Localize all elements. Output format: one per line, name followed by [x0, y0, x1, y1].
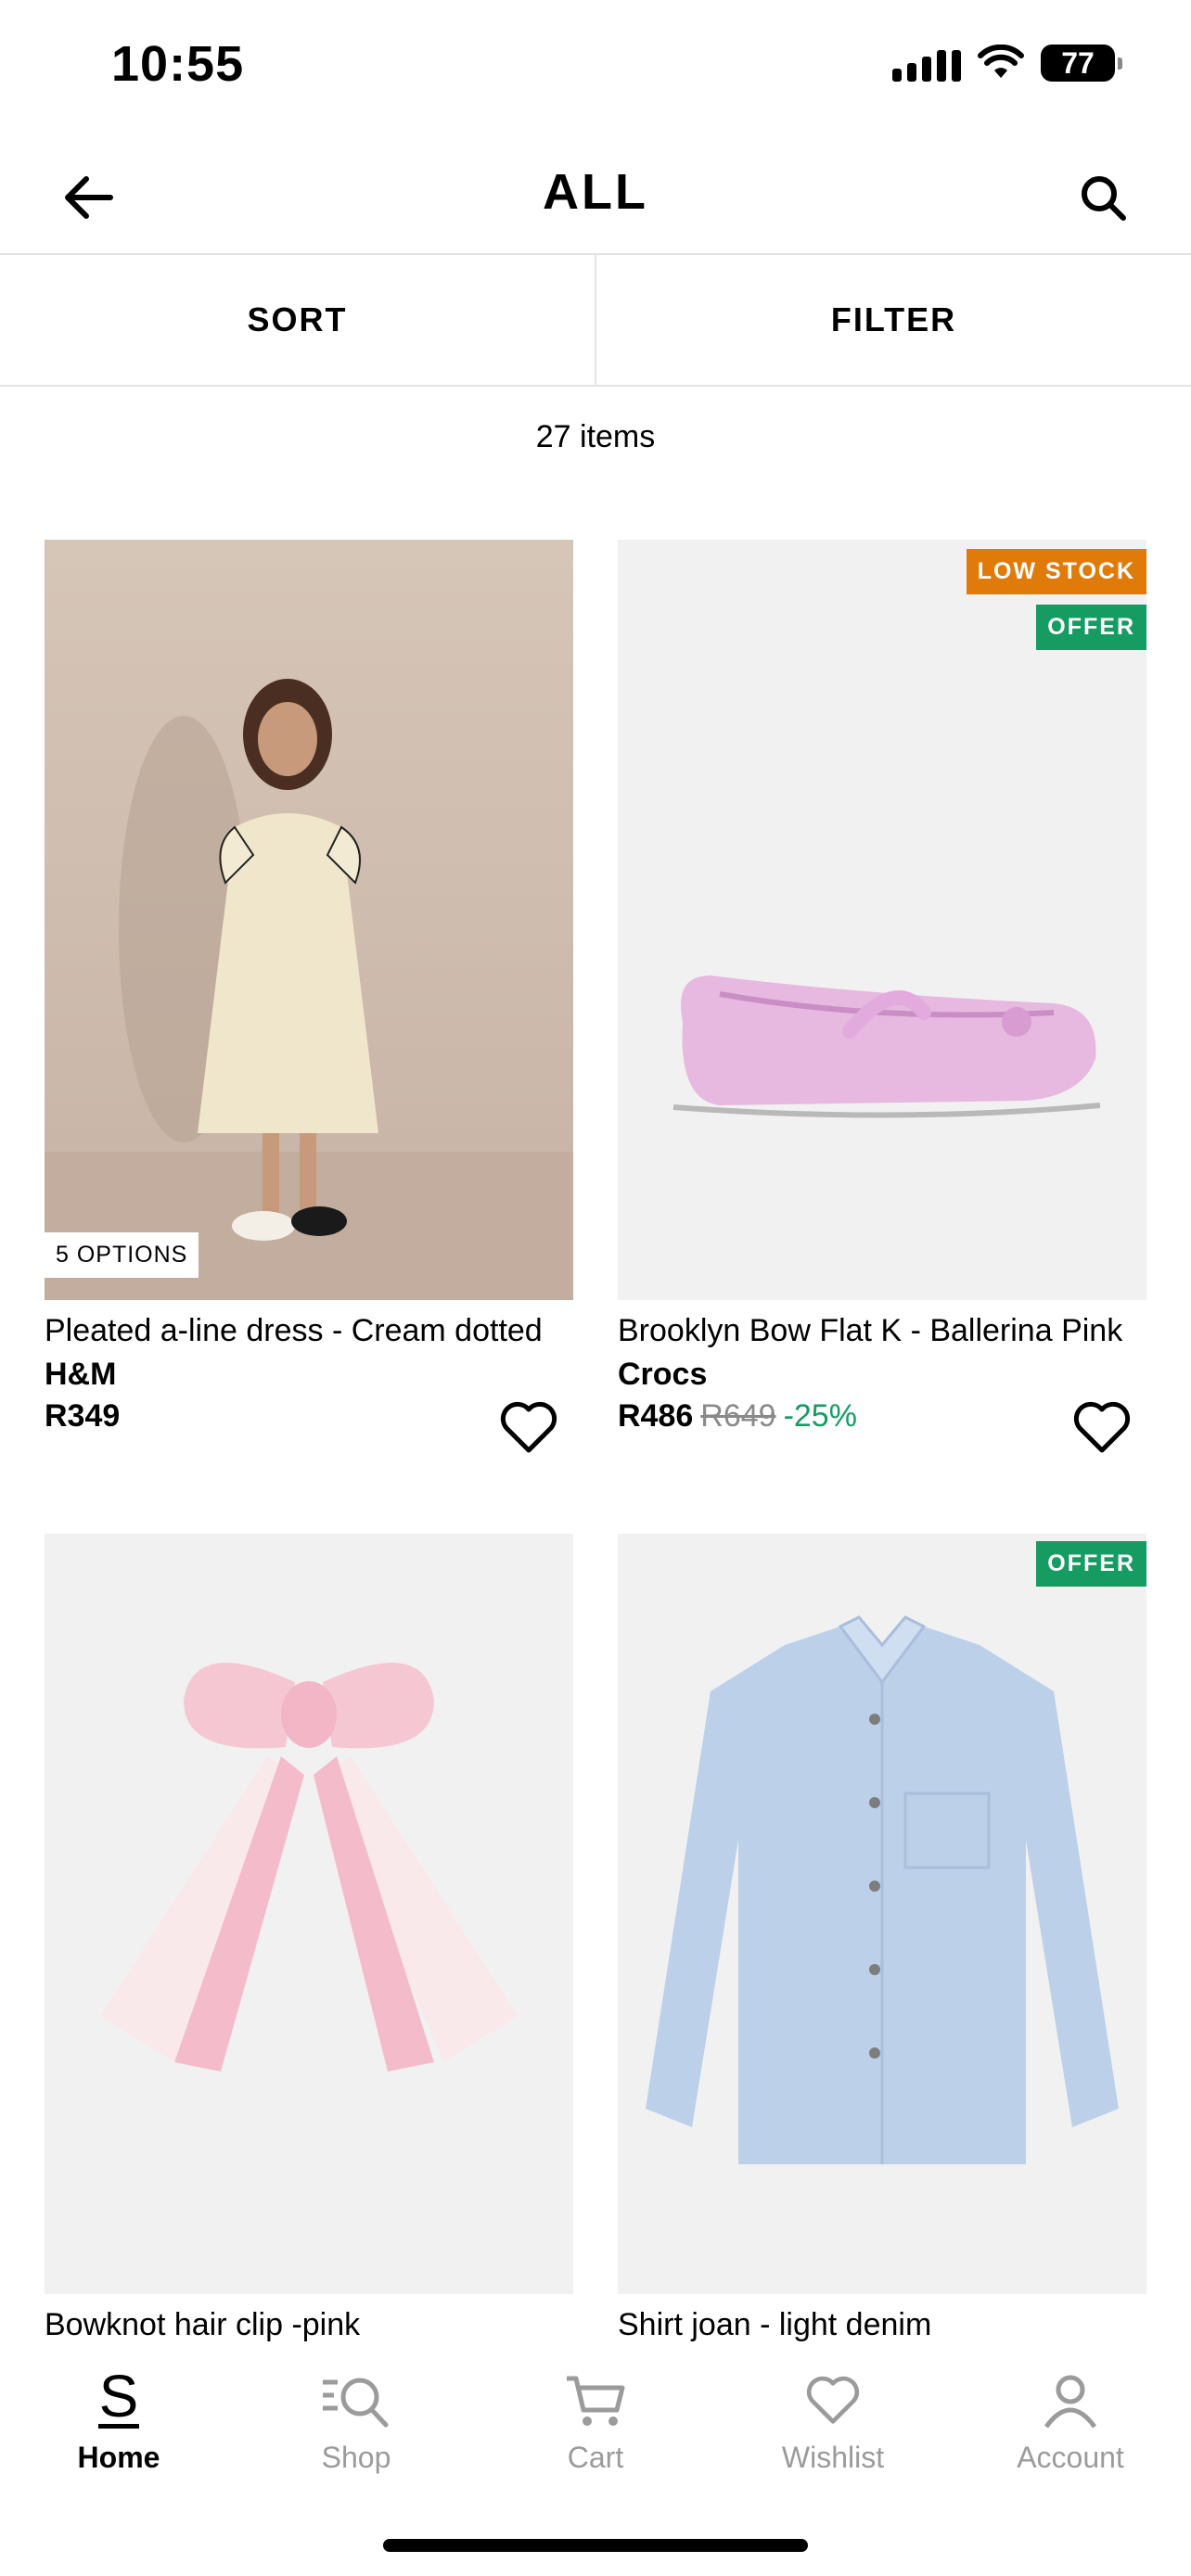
nav-shop[interactable]: Shop — [263, 2368, 449, 2475]
wishlist-heart-icon[interactable] — [499, 1400, 558, 1456]
shoe-photo — [672, 976, 1101, 1118]
nav-label: Home — [77, 2441, 160, 2474]
cart-icon — [558, 2368, 633, 2433]
status-time: 10:55 — [111, 36, 245, 92]
page-title: ALL — [543, 164, 648, 220]
header: ALL — [0, 139, 1191, 250]
offer-badge: OFFER — [1036, 605, 1146, 650]
product-card[interactable]: OFFER Shirt joan - light denim — [618, 1534, 1146, 2343]
low-stock-badge: LOW STOCK — [966, 549, 1146, 594]
product-price: R349 — [45, 1398, 121, 1434]
product-brand: H&M — [45, 1357, 117, 1392]
item-count: 27 items — [535, 419, 656, 454]
cellular-signal-icon — [892, 45, 961, 82]
product-image[interactable]: 5 OPTIONS — [45, 540, 573, 1300]
wishlist-heart-icon[interactable] — [1072, 1400, 1132, 1456]
filter-button[interactable]: FILTER — [595, 255, 1191, 385]
sort-button[interactable]: SORT — [0, 255, 595, 385]
heart-icon — [796, 2368, 870, 2433]
person-icon — [1033, 2368, 1108, 2433]
nav-home[interactable]: S Home — [26, 2368, 211, 2475]
product-price: R486 — [618, 1398, 694, 1434]
product-image[interactable]: LOW STOCK OFFER — [618, 540, 1146, 1300]
battery-level: 77 — [1061, 45, 1095, 80]
nav-label: Wishlist — [781, 2441, 885, 2474]
hair-clip-photo — [100, 1663, 518, 2072]
nav-cart[interactable]: Cart — [503, 2368, 688, 2475]
product-name[interactable]: Bowknot hair clip -pink — [45, 2307, 573, 2343]
product-name[interactable]: Pleated a-line dress - Cream dotted — [45, 1313, 573, 1349]
price-row: R349 — [45, 1398, 573, 1435]
dress-photo — [45, 679, 573, 1300]
wifi-icon — [978, 45, 1024, 78]
search-icon — [1082, 176, 1126, 221]
nav-account[interactable]: Account — [978, 2368, 1163, 2475]
product-old-price: R649 — [700, 1398, 776, 1434]
product-brand: Crocs — [618, 1357, 708, 1392]
home-s-icon: S — [82, 2368, 156, 2433]
product-card[interactable]: Bowknot hair clip -pink — [45, 1534, 573, 2343]
shop-search-icon — [319, 2368, 393, 2433]
offer-badge: OFFER — [1036, 1541, 1146, 1587]
nav-label: Account — [1017, 2441, 1124, 2474]
price-row: R486 R649 -25% — [618, 1398, 1146, 1435]
battery-icon: 77 — [1041, 45, 1122, 82]
search-button[interactable] — [1070, 165, 1135, 230]
svg-text:S: S — [99, 2368, 139, 2429]
nav-label: Cart — [567, 2441, 624, 2474]
product-card[interactable]: LOW STOCK OFFER Brooklyn Bow Flat K - Ba… — [618, 540, 1146, 1453]
status-bar: 10:55 77 — [0, 0, 1191, 130]
product-discount: -25% — [783, 1398, 857, 1434]
home-indicator[interactable] — [383, 2539, 808, 2552]
nav-label: Shop — [321, 2441, 391, 2474]
product-card[interactable]: 5 OPTIONS Pleated a-line dress - Cream d… — [45, 540, 573, 1453]
options-tag: 5 OPTIONS — [45, 1232, 199, 1278]
product-image[interactable] — [45, 1534, 573, 2294]
nav-wishlist[interactable]: Wishlist — [740, 2368, 926, 2475]
product-name[interactable]: Brooklyn Bow Flat K - Ballerina Pink — [618, 1313, 1146, 1349]
product-name[interactable]: Shirt joan - light denim — [618, 2307, 1146, 2343]
shirt-photo — [646, 1615, 1119, 2164]
product-image[interactable]: OFFER — [618, 1534, 1146, 2294]
sort-filter-bar: SORT FILTER — [0, 253, 1191, 387]
status-icons: 77 — [892, 45, 1122, 82]
